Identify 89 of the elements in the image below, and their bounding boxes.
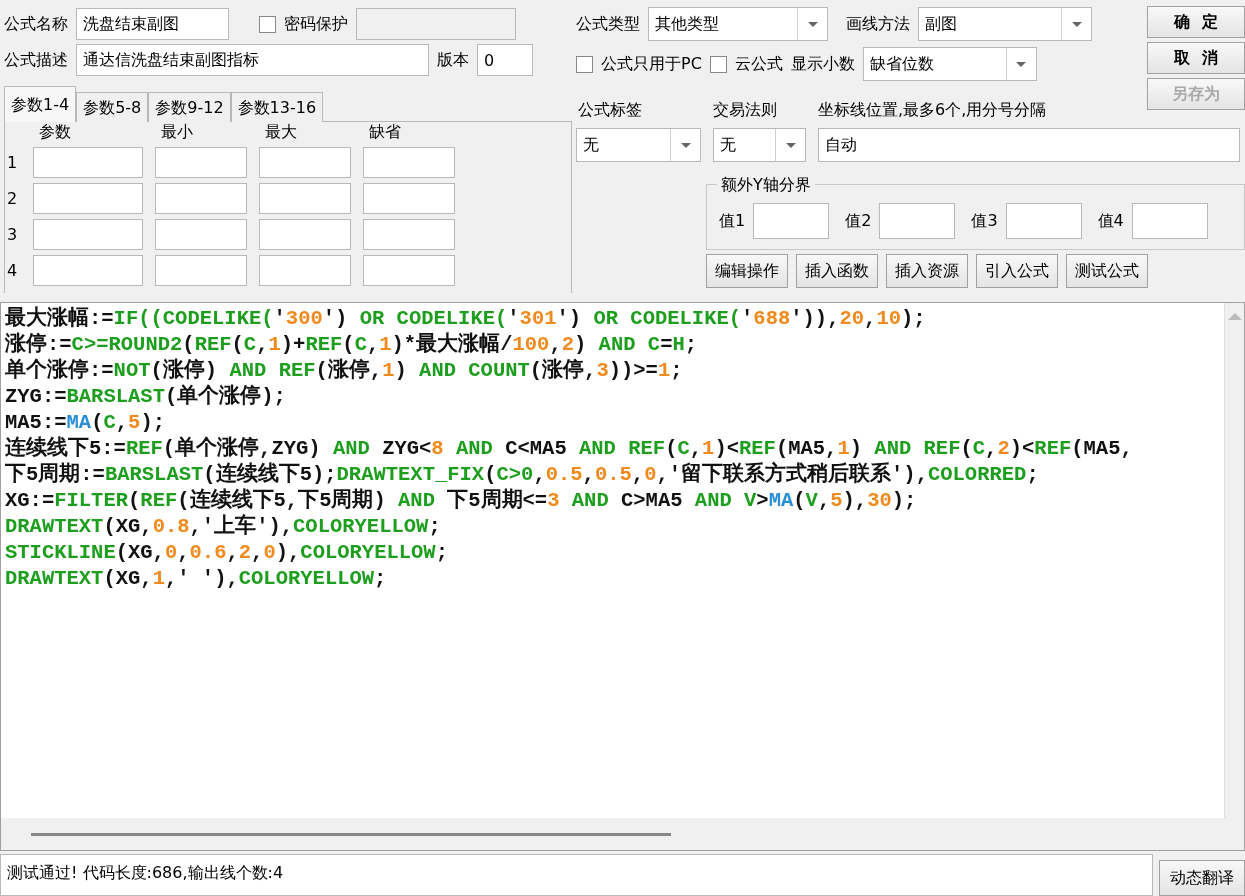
input-field[interactable]: 自动 xyxy=(818,128,1240,162)
input-field[interactable]: 通达信洗盘结束副图指标 xyxy=(76,44,429,76)
code-line: 下5周期:=BARSLAST(连续线下5);DRAWTEXT_FIX(C>0,0.5,0.5,0,'留下联系方式稍后联系'),COLORRED; xyxy=(5,462,1040,488)
tool-button[interactable]: 测试公式 xyxy=(1066,254,1148,288)
input-field[interactable] xyxy=(259,255,351,286)
code-line: MA5:=MA(C,5); xyxy=(5,410,166,436)
caret-icon xyxy=(785,142,796,148)
dropdown[interactable]: 副图 xyxy=(918,7,1092,41)
input-field[interactable] xyxy=(356,8,516,40)
code-line: 单个涨停:=NOT(涨停) AND REF(涨停,1) AND COUNT(涨停,3))>=1; xyxy=(5,358,684,384)
field-label: 公式标签 xyxy=(577,99,643,121)
code-line: ZYG:=BARSLAST(单个涨停); xyxy=(5,384,287,410)
input-field[interactable] xyxy=(33,219,143,250)
dropdown[interactable]: 缺省位数 xyxy=(862,47,1037,81)
field-label: 版本 xyxy=(437,49,469,71)
field-label: 交易法则 xyxy=(713,99,778,121)
row-number: 4 xyxy=(7,259,19,282)
input-field[interactable]: 0 xyxy=(477,44,533,76)
dialog-button[interactable]: 取 消 xyxy=(1147,42,1245,74)
input-field[interactable] xyxy=(33,255,143,286)
code-line: DRAWTEXT(XG,1,' '),COLORYELLOW; xyxy=(5,566,388,592)
tool-button[interactable]: 插入函数 xyxy=(796,254,878,288)
code-line: DRAWTEXT(XG,0.8,'上车'),COLORYELLOW; xyxy=(5,514,442,540)
column-header: 最大 xyxy=(264,122,298,142)
dropdown[interactable]: 无 xyxy=(713,128,806,162)
dropdown[interactable]: 无 xyxy=(576,128,701,162)
caret-icon xyxy=(1071,21,1082,27)
input-field[interactable] xyxy=(363,219,455,250)
field-label: 显示小数 xyxy=(790,53,855,75)
input-field[interactable] xyxy=(33,183,143,214)
field-label: 公式名称 xyxy=(4,13,68,35)
input-field[interactable] xyxy=(259,219,351,250)
checkbox[interactable] xyxy=(576,55,593,73)
row-number: 3 xyxy=(7,223,19,246)
input-field[interactable] xyxy=(155,219,247,250)
tool-button[interactable]: 引入公式 xyxy=(976,254,1058,288)
input-field[interactable] xyxy=(33,147,143,178)
code-line: STICKLINE(XG,0,0.6,2,0),COLORYELLOW; xyxy=(5,540,449,566)
input-field[interactable] xyxy=(155,183,247,214)
translate-button[interactable]: 动态翻译 xyxy=(1159,860,1245,896)
input-field[interactable] xyxy=(259,147,351,178)
caret-icon xyxy=(807,21,818,27)
input-field[interactable] xyxy=(155,147,247,178)
field-label: 坐标线位置,最多6个,用分号分隔 xyxy=(818,99,1047,121)
input-field[interactable] xyxy=(879,203,956,239)
field-label: 值3 xyxy=(971,210,998,232)
tab[interactable]: 参数13-16 xyxy=(230,92,324,122)
code-line: 涨停:=C>=ROUND2(REF(C,1)+REF(C,1)*最大涨幅/100,2) AND C=H; xyxy=(5,332,699,358)
input-field[interactable] xyxy=(363,255,455,286)
tool-button[interactable]: 编辑操作 xyxy=(706,254,788,288)
input-field[interactable] xyxy=(753,203,830,239)
dialog-button[interactable]: 确 定 xyxy=(1147,6,1245,38)
checkbox[interactable] xyxy=(259,15,276,33)
dropdown[interactable]: 其他类型 xyxy=(648,7,828,41)
field-label: 公式只用于PC xyxy=(601,53,702,75)
field-label: 值1 xyxy=(719,210,746,232)
caret-icon xyxy=(680,142,691,148)
field-label: 云公式 xyxy=(734,53,783,75)
vertical-scrollbar[interactable] xyxy=(1224,303,1244,818)
checkbox[interactable] xyxy=(709,55,727,73)
column-header: 缺省 xyxy=(368,122,402,142)
tab[interactable]: 参数5-8 xyxy=(76,92,149,122)
caret-icon xyxy=(1016,61,1027,67)
row-number: 1 xyxy=(7,151,19,174)
input-field[interactable] xyxy=(259,183,351,214)
field-label: 密码保护 xyxy=(284,13,348,35)
code-editor[interactable] xyxy=(0,302,1245,851)
tab[interactable]: 参数1-4 xyxy=(4,86,77,122)
horizontal-scrollbar[interactable] xyxy=(1,818,1244,850)
input-field[interactable] xyxy=(1131,203,1208,239)
input-field[interactable]: 洗盘结束副图 xyxy=(76,8,229,40)
column-header: 参数 xyxy=(38,122,72,142)
row-number: 2 xyxy=(7,187,19,210)
tool-button[interactable]: 插入资源 xyxy=(886,254,968,288)
column-header: 最小 xyxy=(160,122,194,142)
tab[interactable]: 参数9-12 xyxy=(148,92,231,122)
input-field[interactable] xyxy=(363,183,455,214)
field-label: 值2 xyxy=(845,210,872,232)
field-label: 公式描述 xyxy=(4,49,68,71)
code-line: 连续线下5:=REF(单个涨停,ZYG) AND ZYG<8 AND C<MA5 AND REF(C,1)<REF(MA5,1) AND REF(C,2)<REF(MA5, xyxy=(5,436,1134,461)
field-label: 画线方法 xyxy=(846,13,910,35)
input-field[interactable] xyxy=(1005,203,1082,239)
code-line: 最大涨幅:=IF((CODELIKE('300') OR CODELIKE('301') OR CODELIKE('688')),20,10); xyxy=(5,306,927,332)
input-field[interactable] xyxy=(363,147,455,178)
field-label: 公式类型 xyxy=(576,13,640,35)
input-field[interactable] xyxy=(155,255,247,286)
code-line: XG:=FILTER(REF(连续线下5,下5周期) AND 下5周期<=3 AND C>MA5 AND V>MA(V,5),30); xyxy=(5,488,918,514)
status-text: 测试通过! 代码长度:686,输出线个数:4 xyxy=(0,854,1153,896)
field-label: 值4 xyxy=(1097,210,1124,232)
